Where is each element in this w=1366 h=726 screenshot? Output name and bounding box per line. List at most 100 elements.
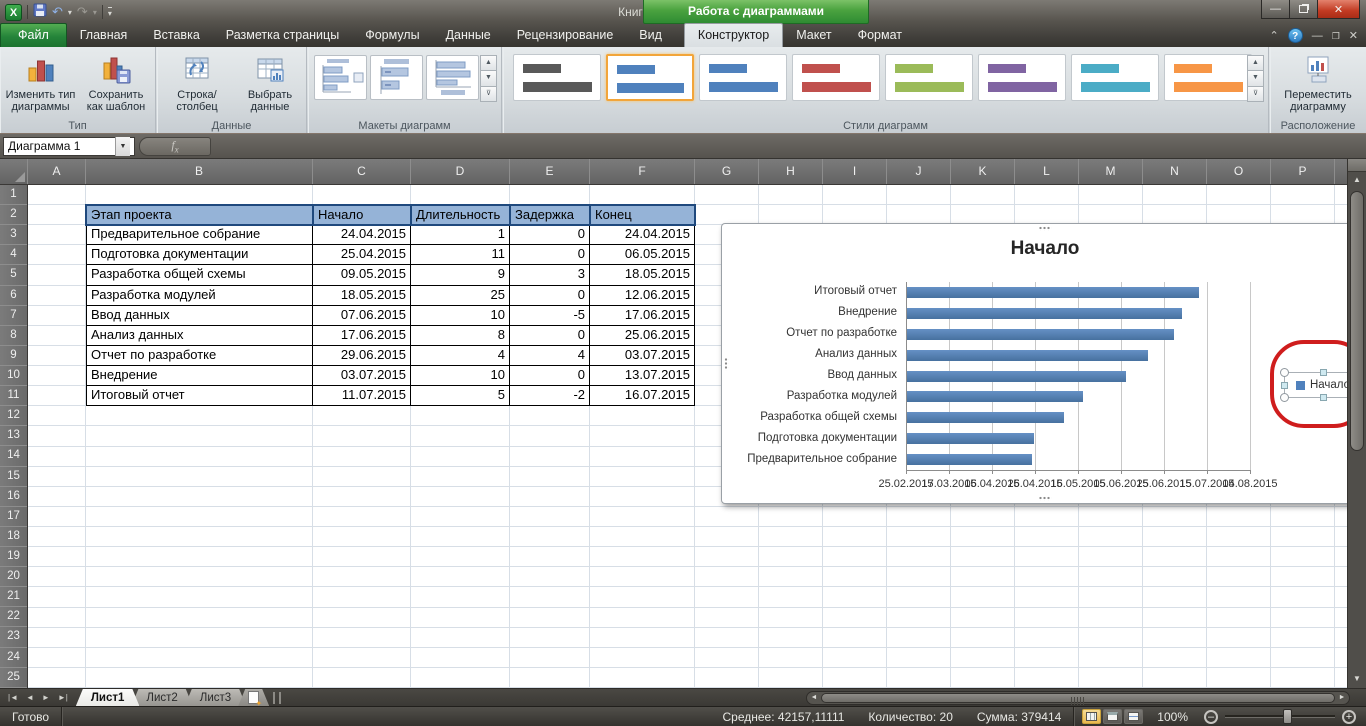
previous-sheet-button[interactable]: ◄ [26, 693, 34, 702]
table-cell[interactable]: 0 [510, 286, 590, 306]
table-cell[interactable]: Отчет по разработке [86, 346, 313, 366]
row-header-5[interactable]: 5 [0, 265, 27, 285]
sheet-tab-лист3[interactable]: Лист3 [185, 689, 246, 706]
tab-разметка-страницы[interactable]: Разметка страницы [213, 24, 352, 47]
row-header-20[interactable]: 20 [0, 567, 27, 587]
table-cell[interactable]: 18.05.2015 [313, 286, 411, 306]
excel-logo-icon[interactable]: X [5, 4, 22, 21]
table-header-cell[interactable]: Конец [590, 205, 695, 225]
name-box-dropdown-icon[interactable]: ▼ [115, 137, 130, 156]
row-header-13[interactable]: 13 [0, 426, 27, 446]
row-header-15[interactable]: 15 [0, 467, 27, 487]
minimize-button[interactable]: — [1261, 0, 1290, 19]
table-cell[interactable]: Анализ данных [86, 326, 313, 346]
chart-style-3-button[interactable] [699, 54, 787, 101]
column-header-C[interactable]: C [313, 159, 411, 184]
chart-layout-2-button[interactable] [370, 55, 423, 100]
table-cell[interactable]: Итоговый отчет [86, 386, 313, 406]
column-header-O[interactable]: O [1207, 159, 1271, 184]
zoom-slider-thumb[interactable] [1283, 709, 1292, 724]
table-cell[interactable]: -2 [510, 386, 590, 406]
name-box[interactable]: Диаграмма 1 ▼ [3, 137, 135, 156]
table-cell[interactable]: 0 [510, 245, 590, 265]
chart-style-1-button[interactable] [513, 54, 601, 101]
close-button[interactable]: ✕ [1317, 0, 1360, 19]
table-header-cell[interactable]: Задержка [510, 205, 590, 225]
tab-split-handle[interactable] [273, 692, 281, 704]
tab-рецензирование[interactable]: Рецензирование [504, 24, 627, 47]
zoom-out-button[interactable]: – [1204, 710, 1218, 724]
chart-layout-3-button[interactable] [426, 55, 479, 100]
tab-конструктор[interactable]: Конструктор [684, 23, 783, 47]
layouts-more-button[interactable]: ⊽ [480, 86, 497, 102]
zoom-level[interactable]: 100% [1151, 710, 1194, 724]
table-cell[interactable]: Разработка общей схемы [86, 265, 313, 285]
last-sheet-button[interactable]: ►| [58, 693, 68, 702]
table-cell[interactable]: 25 [411, 286, 510, 306]
table-cell[interactable]: 0 [510, 366, 590, 386]
table-cell[interactable]: 25.06.2015 [590, 326, 695, 346]
sheet-tab-лист2[interactable]: Лист2 [131, 689, 192, 706]
table-cell[interactable]: 11 [411, 245, 510, 265]
zoom-slider[interactable] [1225, 715, 1335, 718]
chart-style-5-button[interactable] [885, 54, 973, 101]
chart-bar[interactable] [907, 454, 1032, 465]
table-cell[interactable]: 10 [411, 366, 510, 386]
table-cell[interactable]: 5 [411, 386, 510, 406]
row-header-25[interactable]: 25 [0, 668, 27, 688]
tab-формат[interactable]: Формат [845, 24, 915, 47]
scroll-left-icon[interactable]: ◄ [807, 692, 821, 704]
column-header-N[interactable]: N [1143, 159, 1207, 184]
table-cell[interactable]: 8 [411, 326, 510, 346]
chart-resize-handle[interactable] [1039, 496, 1052, 501]
scroll-right-icon[interactable]: ► [1335, 692, 1349, 704]
column-header-D[interactable]: D [411, 159, 510, 184]
chart-bar[interactable] [907, 287, 1199, 298]
table-cell[interactable]: 9 [411, 265, 510, 285]
row-header-3[interactable]: 3 [0, 225, 27, 245]
row-header-14[interactable]: 14 [0, 446, 27, 466]
table-cell[interactable]: 1 [411, 225, 510, 245]
row-header-22[interactable]: 22 [0, 607, 27, 627]
column-header-J[interactable]: J [887, 159, 951, 184]
table-header-cell[interactable]: Этап проекта [86, 205, 313, 225]
table-cell[interactable]: 3 [510, 265, 590, 285]
move-chart-button[interactable]: Переместить диаграмму [1278, 51, 1358, 117]
column-header-B[interactable]: B [86, 159, 313, 184]
vertical-split-handle[interactable] [1348, 159, 1366, 172]
column-header-G[interactable]: G [695, 159, 759, 184]
cell-grid[interactable]: Этап проектаНачалоДлительностьЗадержкаКо… [28, 185, 1347, 688]
column-header-E[interactable]: E [510, 159, 590, 184]
table-cell[interactable]: Внедрение [86, 366, 313, 386]
horizontal-scroll-thumb[interactable] [821, 693, 1335, 703]
qat-customize-icon[interactable]: ▾ [108, 7, 112, 18]
table-cell[interactable]: 25.04.2015 [313, 245, 411, 265]
tab-файл[interactable]: Файл [0, 23, 67, 47]
styles-more-button[interactable]: ⊽ [1247, 86, 1264, 102]
table-cell[interactable]: 12.06.2015 [590, 286, 695, 306]
redo-icon[interactable]: ↷ [77, 5, 88, 19]
table-cell[interactable]: 11.07.2015 [313, 386, 411, 406]
row-header-21[interactable]: 21 [0, 587, 27, 607]
tab-главная[interactable]: Главная [67, 24, 141, 47]
row-header-1[interactable]: 1 [0, 185, 27, 205]
chart-bar[interactable] [907, 329, 1174, 340]
save-icon[interactable] [33, 3, 47, 22]
normal-view-button[interactable] [1082, 709, 1101, 724]
table-cell[interactable]: 18.05.2015 [590, 265, 695, 285]
sheet-tab-лист1[interactable]: Лист1 [76, 689, 140, 706]
row-header-19[interactable]: 19 [0, 547, 27, 567]
vertical-scroll-thumb[interactable] [1350, 191, 1364, 451]
workbook-restore-button[interactable]: ❐ [1332, 29, 1340, 43]
row-header-8[interactable]: 8 [0, 326, 27, 346]
table-cell[interactable]: 0 [510, 326, 590, 346]
chart-bar[interactable] [907, 412, 1064, 423]
column-header-L[interactable]: L [1015, 159, 1079, 184]
table-cell[interactable]: Предварительное собрание [86, 225, 313, 245]
chart-title[interactable]: Начало [722, 238, 1347, 260]
table-cell[interactable]: 17.06.2015 [313, 326, 411, 346]
table-cell[interactable]: 10 [411, 306, 510, 326]
chart-style-8-button[interactable] [1164, 54, 1252, 101]
table-cell[interactable]: 24.04.2015 [313, 225, 411, 245]
table-cell[interactable]: Подготовка документации [86, 245, 313, 265]
